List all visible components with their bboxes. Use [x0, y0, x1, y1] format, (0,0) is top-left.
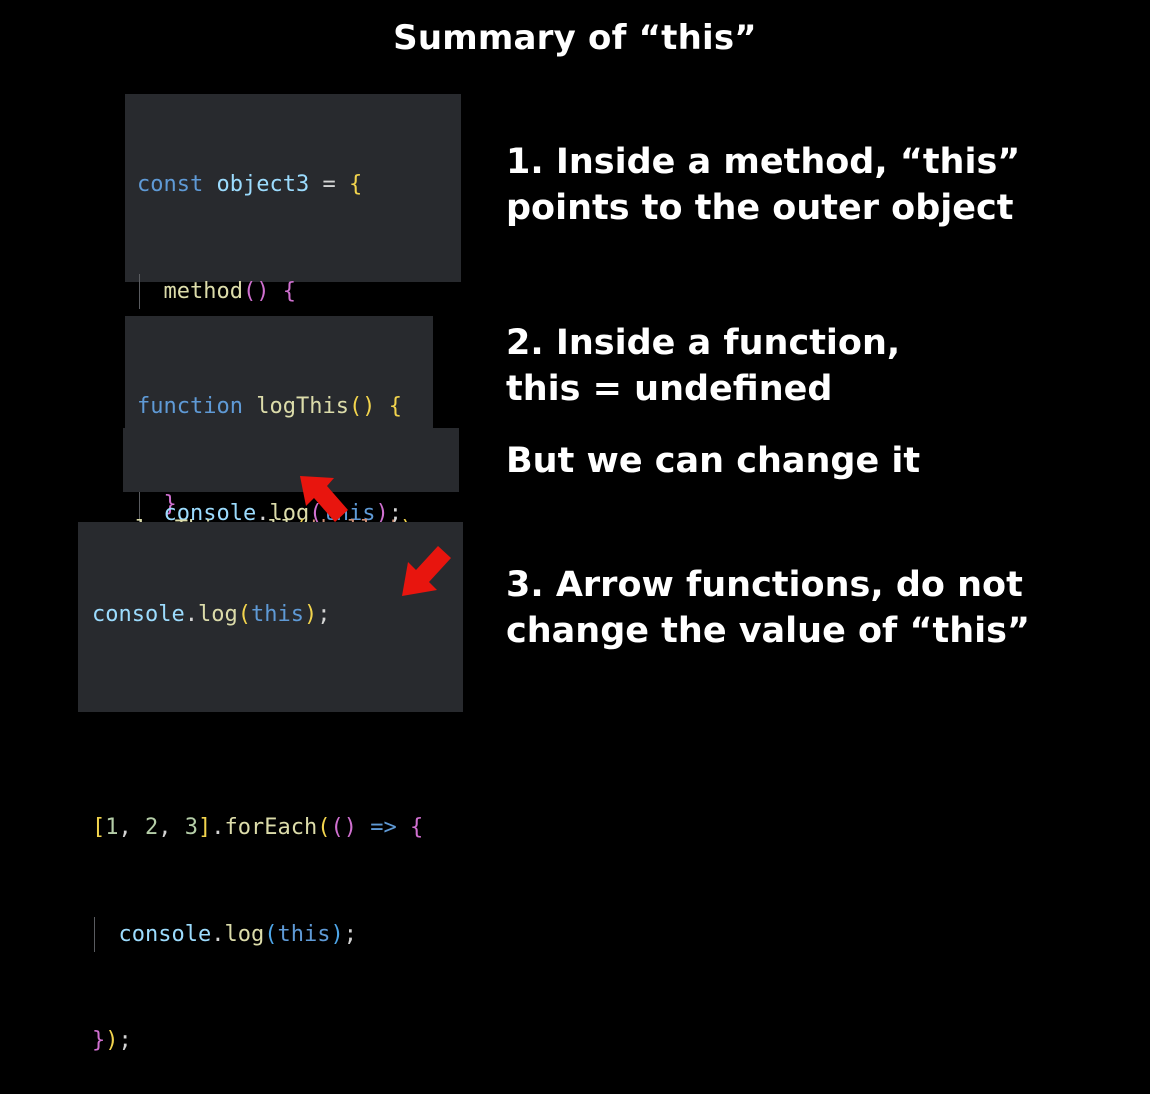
- identifier: object3: [216, 172, 310, 197]
- brace: {: [282, 278, 296, 304]
- number: 3: [184, 815, 198, 840]
- brace: }: [92, 1028, 106, 1053]
- code-block-method: const object3 = { method() { console.log…: [125, 94, 461, 623]
- code-line: const object3 = {: [137, 167, 461, 203]
- paren: ): [303, 602, 318, 627]
- paren: (: [317, 815, 331, 840]
- code-line: [1, 2, 3].forEach(() => {: [92, 810, 463, 846]
- arrow-to-call-icon: [300, 476, 348, 522]
- operator: =: [309, 172, 349, 197]
- dot: .: [211, 921, 225, 947]
- arrow-to-arrowfn-icon: [402, 546, 451, 596]
- code-line: function logThis() {: [137, 389, 433, 425]
- comma: ,: [158, 815, 185, 840]
- semicolon: ;: [317, 602, 331, 627]
- semicolon: ;: [118, 1028, 132, 1053]
- point-1-line-2: points to the outer object: [506, 188, 1014, 228]
- code-line: });: [92, 1023, 463, 1059]
- semicolon: ;: [343, 921, 357, 947]
- point-2-line-1: 2. Inside a function,: [506, 323, 901, 363]
- number: 2: [145, 815, 159, 840]
- keyword: this: [250, 602, 304, 627]
- identifier: console: [118, 921, 212, 947]
- identifier: console: [92, 602, 185, 627]
- paren: (: [264, 921, 278, 947]
- comma: ,: [118, 815, 145, 840]
- arrow-operator: =>: [356, 815, 397, 840]
- point-3: 3. Arrow functions, do not change the va…: [506, 562, 1030, 654]
- code-line: method() {: [137, 273, 461, 309]
- keyword: const: [137, 172, 204, 197]
- function-name: log: [197, 602, 238, 627]
- slide-title: Summary of “this”: [393, 18, 757, 58]
- keyword: this: [277, 921, 331, 947]
- paren: (): [242, 278, 270, 304]
- bracket: ]: [198, 815, 212, 840]
- method-name: method: [163, 278, 243, 304]
- brace: {: [348, 172, 363, 197]
- dot: .: [184, 602, 198, 627]
- bracket: [: [92, 815, 106, 840]
- function-name: log: [224, 921, 265, 947]
- function-name: forEach: [224, 815, 318, 840]
- paren: (: [237, 602, 251, 627]
- point-3-line-2: change the value of “this”: [506, 611, 1030, 651]
- function-name: logThis: [256, 394, 349, 419]
- paren: (): [330, 815, 357, 840]
- brace: {: [388, 394, 402, 419]
- code-block-function: function logThis() { console.log(this); …: [125, 316, 433, 632]
- point-1-line-1: 1. Inside a method, “this”: [506, 142, 1021, 182]
- point-2: 2. Inside a function, this = undefined: [506, 320, 900, 412]
- keyword: function: [137, 394, 243, 419]
- point-3-line-1: 3. Arrow functions, do not: [506, 565, 1023, 605]
- number: 1: [105, 815, 119, 840]
- paren: (): [348, 394, 376, 419]
- point-1: 1. Inside a method, “this” points to the…: [506, 139, 1020, 231]
- brace: {: [409, 815, 424, 840]
- dot: .: [211, 815, 225, 840]
- code-line: console.log(this);: [92, 916, 463, 952]
- paren: ): [105, 1028, 119, 1053]
- paren: ): [330, 921, 344, 947]
- point-2-line-2: this = undefined: [506, 369, 833, 409]
- point-2-note: But we can change it: [506, 441, 921, 481]
